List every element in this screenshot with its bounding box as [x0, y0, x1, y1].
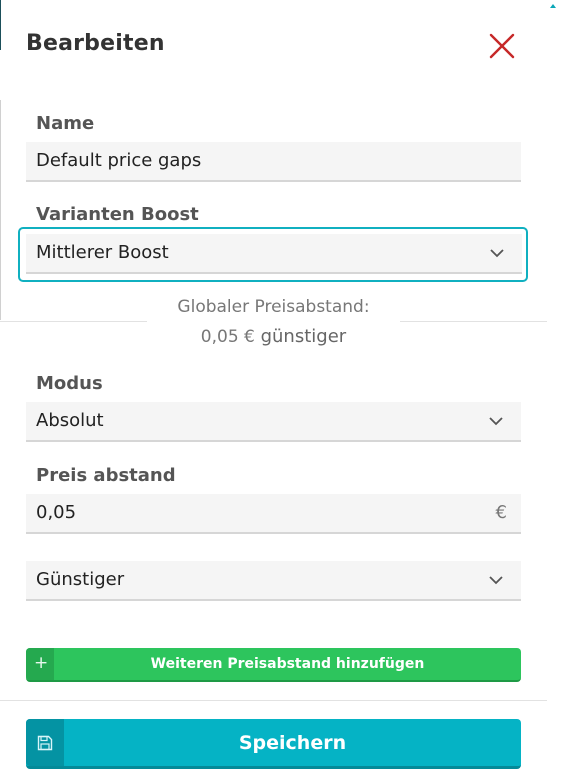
mode-select[interactable]: Absolut [26, 402, 521, 442]
save-icon-box [26, 719, 64, 766]
chevron-down-icon [490, 249, 504, 258]
direction-value: Günstiger [36, 569, 125, 590]
price-gap-label: Preis abstand [36, 465, 176, 486]
price-gap-input[interactable]: 0,05 € [26, 494, 521, 534]
dialog-title: Bearbeiten [26, 31, 165, 56]
footer-divider [0, 700, 547, 701]
euro-unit: € [495, 502, 507, 523]
close-icon[interactable] [484, 30, 518, 64]
mode-value: Absolut [36, 410, 104, 431]
add-icon-box: + [26, 648, 54, 680]
name-label: Name [36, 113, 95, 134]
global-price-gap-suffix: günstiger [254, 326, 347, 347]
plus-icon: + [34, 653, 49, 673]
global-price-gap-label: Globaler Preisabstand: [177, 297, 370, 317]
left-edge-accent [0, 0, 1, 50]
save-label: Speichern [238, 732, 347, 754]
chevron-down-icon [489, 417, 503, 426]
global-price-gap-value: 0,05 € günstiger [0, 326, 547, 347]
variant-boost-select[interactable]: Mittlerer Boost [18, 227, 528, 282]
scroll-up-icon[interactable] [550, 4, 556, 8]
add-price-gap-button[interactable]: + Weiteren Preisabstand hinzufügen [26, 648, 521, 682]
mode-label: Modus [36, 373, 103, 394]
save-icon [37, 735, 53, 751]
name-input[interactable]: Default price gaps [26, 142, 521, 182]
global-price-gap-amount: 0,05 € [200, 327, 255, 347]
variant-boost-label: Varianten Boost [36, 204, 199, 225]
save-button[interactable]: Speichern [26, 719, 521, 769]
name-value: Default price gaps [36, 150, 202, 171]
add-price-gap-label: Weiteren Preisabstand hinzufügen [150, 656, 425, 672]
direction-select[interactable]: Günstiger [26, 561, 521, 601]
price-gap-value: 0,05 [36, 502, 77, 523]
left-edge-line [0, 100, 1, 320]
chevron-down-icon [489, 576, 503, 585]
variant-boost-value: Mittlerer Boost [36, 242, 169, 263]
